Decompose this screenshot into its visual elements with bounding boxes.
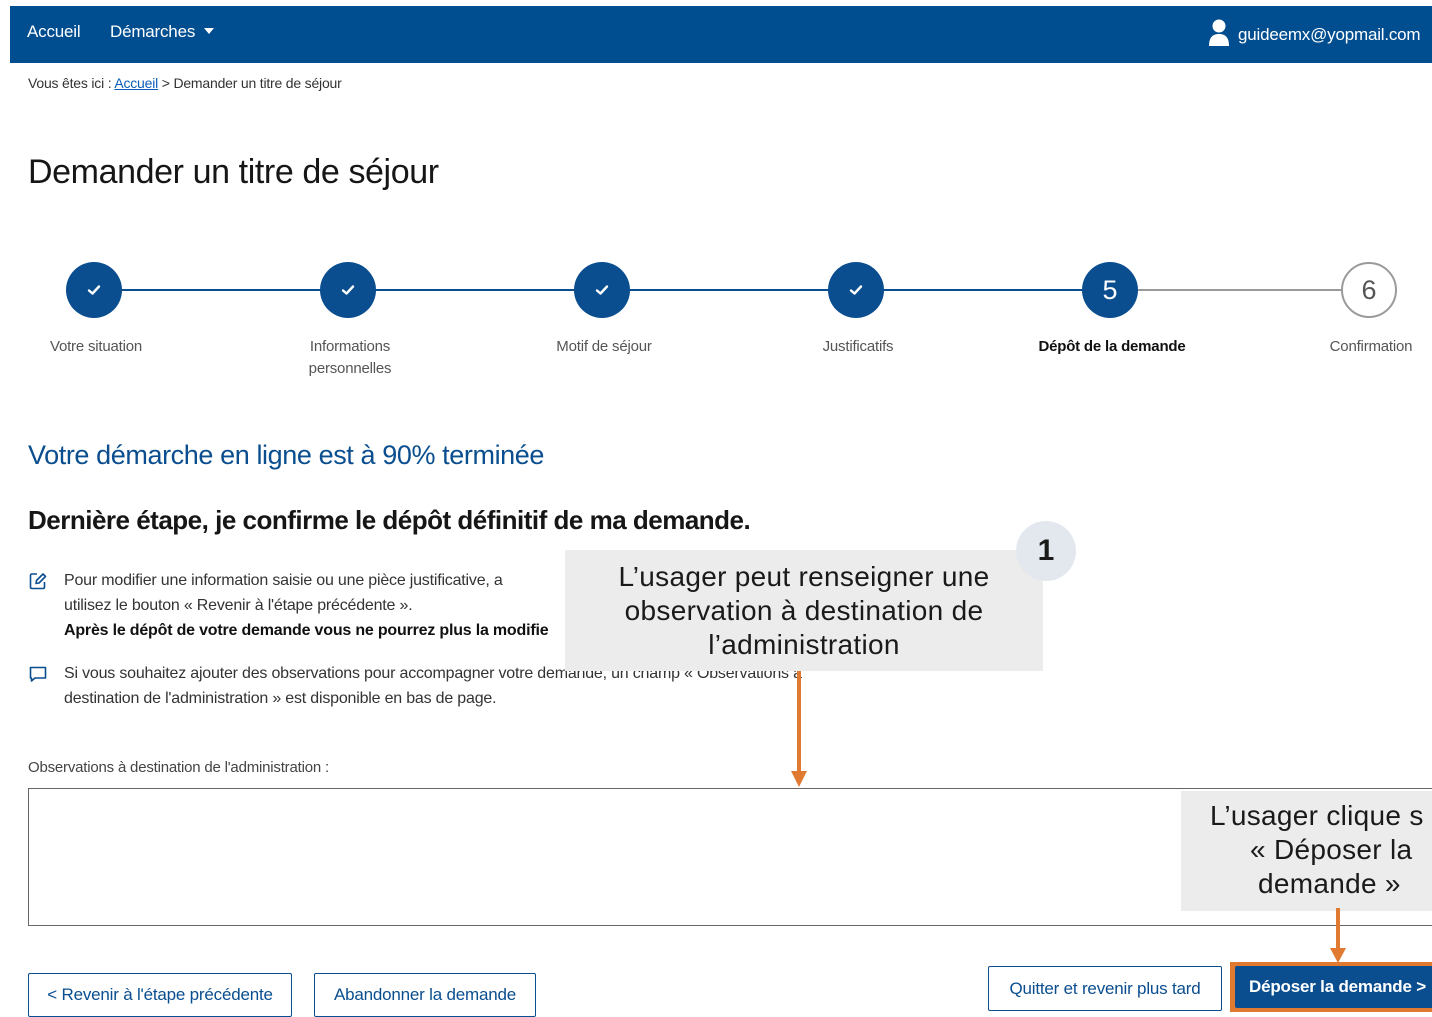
annotation-callout-submit-line-3: demande » <box>1258 868 1401 899</box>
step-6-circle: 6 <box>1341 262 1397 318</box>
stepper-line-upcoming <box>1113 289 1369 291</box>
step-3-check-icon <box>574 262 630 318</box>
step-6-label: Confirmation <box>1329 338 1413 355</box>
edit-icon <box>29 573 47 590</box>
quit-later-button[interactable]: Quitter et revenir plus tard <box>988 966 1222 1011</box>
breadcrumb-prefix: Vous êtes ici : <box>28 75 112 91</box>
nav-procedures-label: Démarches <box>110 22 196 41</box>
edit-info-notice: Pour modifier une information saisie ou … <box>28 568 568 648</box>
nav-procedures-menu[interactable]: Démarches <box>110 22 215 42</box>
step-4-label: Justificatifs <box>822 338 894 355</box>
abandon-button[interactable]: Abandonner la demande <box>314 973 536 1017</box>
edit-info-line-2: utilisez le bouton « Revenir à l'étape p… <box>64 597 413 614</box>
back-button[interactable]: < Revenir à l'étape précédente <box>28 973 292 1017</box>
annotation-callout-observations: L’usager peut renseigner une observation… <box>565 550 1043 671</box>
nav-home-link[interactable]: Accueil <box>27 22 81 42</box>
user-account[interactable]: guideemx@yopmail.com <box>1208 18 1432 48</box>
breadcrumb: Vous êtes ici : Accueil > Demander un ti… <box>28 75 342 91</box>
step-4-check-icon <box>828 262 884 318</box>
step-1-check-icon <box>66 262 122 318</box>
progress-stepper: 5 6 Votre situation Informations personn… <box>0 258 1432 388</box>
top-nav-bar: Accueil Démarches guideemx@yopmail.com <box>10 6 1432 63</box>
edit-info-line-3: Après le dépôt de votre demande vous ne … <box>64 622 549 639</box>
breadcrumb-separator: > <box>161 75 170 91</box>
annotation-callout-submit: L’usager clique s « Déposer la demande » <box>1181 791 1432 911</box>
step-2-check-icon <box>320 262 376 318</box>
observations-label: Observations à destination de l'administ… <box>28 759 329 776</box>
step-2-label: Informations personnelles <box>308 338 392 377</box>
breadcrumb-current: Demander un titre de séjour <box>173 75 342 91</box>
user-email: guideemx@yopmail.com <box>1238 25 1421 44</box>
user-icon <box>1209 19 1229 46</box>
page-title: Demander un titre de séjour <box>28 153 439 191</box>
annotation-arrow-down-icon <box>791 671 807 787</box>
step-3-label: Motif de séjour <box>556 338 652 355</box>
step-5-label: Dépôt de la demande <box>1038 338 1186 355</box>
edit-info-line-1: Pour modifier une information saisie ou … <box>64 572 503 589</box>
annotation-callout-submit-line-2: « Déposer la <box>1250 834 1413 865</box>
annotation-arrow-down-icon-2 <box>1330 908 1346 963</box>
breadcrumb-home-link[interactable]: Accueil <box>114 75 158 91</box>
last-step-heading: Dernière étape, je confirme le dépôt déf… <box>28 505 751 535</box>
annotation-callout-submit-line-1: L’usager clique s <box>1210 800 1424 831</box>
submit-request-button[interactable]: Déposer la demande > <box>1235 966 1432 1008</box>
comment-icon <box>29 666 47 682</box>
chevron-down-icon <box>204 28 215 34</box>
step-1-label: Votre situation <box>49 338 143 355</box>
step-5-circle: 5 <box>1082 262 1138 318</box>
progress-heading: Votre démarche en ligne est à 90% termin… <box>28 440 545 470</box>
annotation-step-badge: 1 <box>1016 521 1076 581</box>
